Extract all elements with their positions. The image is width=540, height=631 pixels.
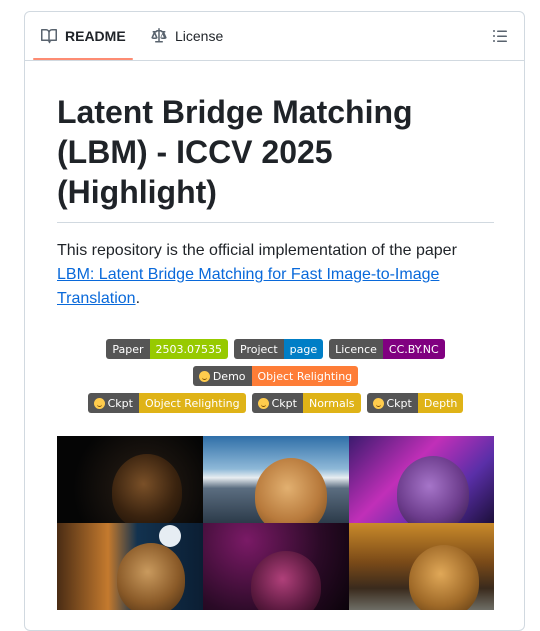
- dog-figure: [397, 456, 469, 523]
- badge-value: CC.BY.NC: [382, 339, 445, 359]
- badge-label: Demo: [212, 369, 246, 383]
- intro-paragraph: This repository is the official implemen…: [57, 239, 494, 311]
- badge-licence[interactable]: Licence CC.BY.NC: [329, 339, 445, 359]
- tab-readme[interactable]: README: [41, 12, 126, 60]
- dog-figure: [112, 454, 182, 523]
- hugging-face-icon: [372, 397, 384, 409]
- readme-panel: README License Latent Bridge Matching (L…: [24, 11, 525, 631]
- tab-license-label: License: [175, 28, 224, 44]
- law-scale-icon: [151, 28, 167, 43]
- dog-mountain-background: [203, 436, 349, 523]
- badge-paper[interactable]: Paper 2503.07535: [106, 339, 228, 359]
- intro-text: This repository is the official implemen…: [57, 242, 457, 259]
- badge-row-1: Paper 2503.07535 Project page Licence CC.BY…: [57, 339, 494, 359]
- badge-ckpt-relighting[interactable]: Ckpt Object Relighting: [87, 393, 246, 413]
- hugging-face-icon: [257, 397, 269, 409]
- badge-label: Licence: [329, 339, 383, 359]
- active-tab-indicator: [33, 58, 133, 60]
- relighting-results-image: [57, 436, 494, 610]
- dog-autumn-forest-background: [349, 523, 494, 610]
- dog-figure: [255, 458, 327, 523]
- badge-value: 2503.07535: [149, 339, 228, 359]
- dog-figure: [251, 551, 321, 610]
- dog-figure: [409, 545, 479, 610]
- badge-demo[interactable]: Demo Object Relighting: [192, 366, 359, 386]
- badge-value: Object Relighting: [251, 366, 359, 386]
- badge-value: Depth: [417, 393, 464, 413]
- hugging-face-icon: [198, 370, 210, 382]
- paper-link[interactable]: LBM: Latent Bridge Matching for Fast Ima…: [57, 266, 439, 307]
- moon-shape: [159, 525, 181, 547]
- badge-project[interactable]: Project page: [234, 339, 324, 359]
- list-unordered-icon[interactable]: [492, 28, 508, 44]
- tab-license[interactable]: License: [151, 12, 223, 60]
- badge-label: Ckpt: [271, 396, 297, 410]
- dog-dark-background: [57, 436, 203, 523]
- badge-label: Paper: [106, 339, 150, 359]
- title-divider: [57, 222, 494, 223]
- badge-row-3: Ckpt Object Relighting Ckpt Normals Ckpt De…: [57, 393, 494, 413]
- dog-figure: [117, 543, 185, 610]
- badge-value: Normals: [302, 393, 361, 413]
- badge-label: Project: [234, 339, 284, 359]
- book-icon: [41, 29, 57, 44]
- badge-value: page: [283, 339, 324, 359]
- badge-row-2: Demo Object Relighting: [57, 366, 494, 386]
- badge-value: Object Relighting: [138, 393, 246, 413]
- badge-label: Ckpt: [386, 396, 412, 410]
- hugging-face-icon: [93, 397, 105, 409]
- dog-magenta-light-background: [203, 523, 349, 610]
- readme-tab-bar: README License: [25, 12, 524, 61]
- badge-ckpt-normals[interactable]: Ckpt Normals: [251, 393, 361, 413]
- badge-ckpt-depth[interactable]: Ckpt Depth: [366, 393, 464, 413]
- badge-label: Ckpt: [107, 396, 133, 410]
- dog-neon-city-background: [349, 436, 494, 523]
- tab-readme-label: README: [65, 28, 126, 44]
- dog-moonlit-house-background: [57, 523, 203, 610]
- intro-end: .: [135, 290, 141, 307]
- readme-title: Latent Bridge Matching (LBM) - ICCV 2025…: [57, 94, 413, 210]
